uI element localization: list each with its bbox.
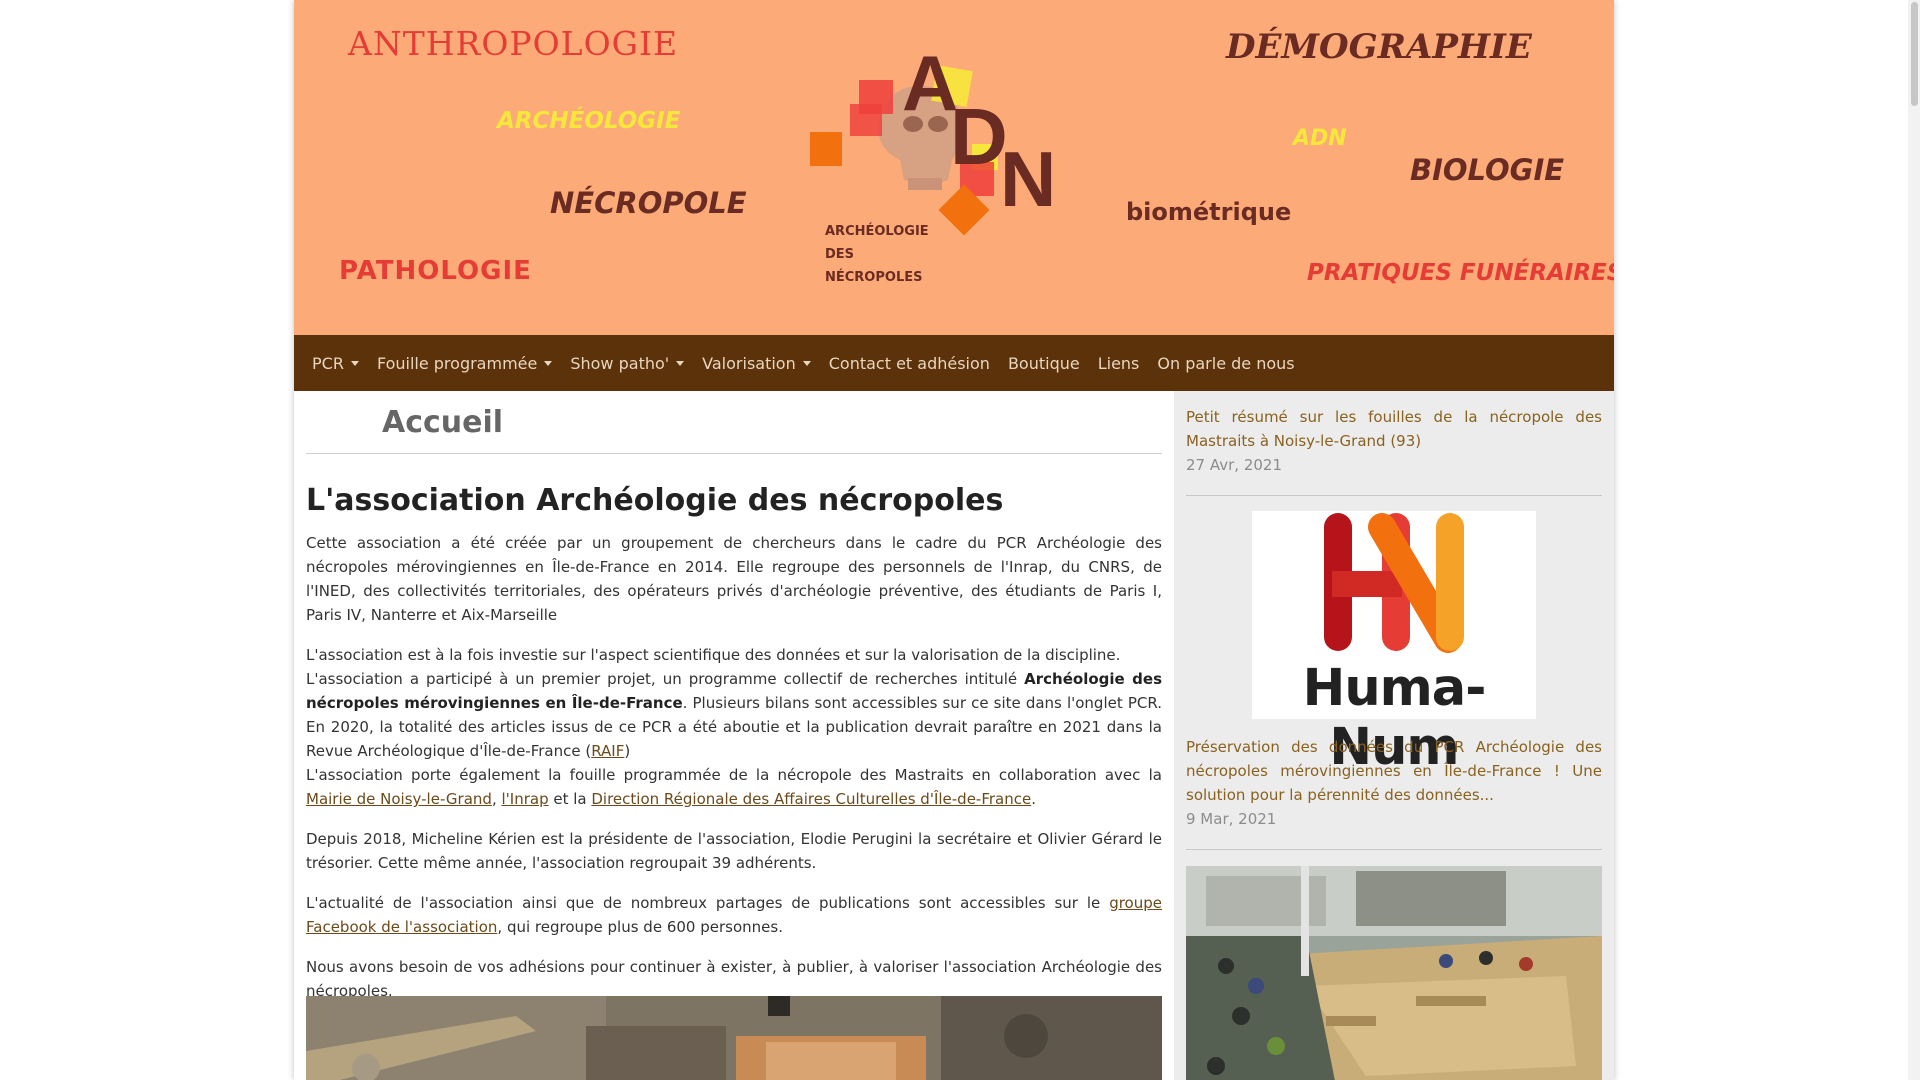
post-title-link[interactable]: Petit résumé sur les fouilles de la nécr… bbox=[1186, 405, 1602, 453]
article-heading: L'association Archéologie des nécropoles bbox=[306, 483, 1004, 518]
post-date: 9 Mar, 2021 bbox=[1186, 810, 1277, 828]
banner-word-biometrique: biométrique bbox=[1126, 198, 1292, 226]
logo-caption-line2: DES bbox=[825, 247, 855, 262]
caret-down-icon bbox=[676, 360, 685, 366]
logo-caption-line1: ARCHÉOLOGIE bbox=[825, 224, 929, 239]
page-scrollbar[interactable] bbox=[1908, 0, 1920, 1080]
logo-letter-n: N bbox=[1000, 135, 1056, 223]
main-nav: PCR Fouille programmée Show patho' Valor… bbox=[294, 335, 1614, 391]
banner-word-pratiques-funeraires: PRATIQUES FUNÉRAIRES bbox=[1307, 260, 1614, 286]
nav-item-show-patho[interactable]: Show patho' bbox=[561, 354, 693, 373]
paragraph-board: Depuis 2018, Micheline Kérien est la pré… bbox=[306, 830, 1162, 872]
sidebar-divider bbox=[1186, 495, 1602, 496]
mairie-noisy-link[interactable]: Mairie de Noisy-le-Grand bbox=[306, 790, 492, 808]
text-span: et la bbox=[548, 790, 592, 808]
nav-item-label: Valorisation bbox=[702, 353, 796, 373]
banner-word-archeologie: ARCHÉOLOGIE bbox=[497, 108, 681, 134]
raif-link[interactable]: RAIF bbox=[591, 742, 624, 760]
page-title: Accueil bbox=[382, 405, 504, 440]
nav-item-contact[interactable]: Contact et adhésion bbox=[820, 354, 999, 373]
page-container: ANTHROPOLOGIE ARCHÉOLOGIE NÉCROPOLE PATH… bbox=[294, 0, 1614, 1080]
paragraph-facebook: L'actualité de l'association ainsi que d… bbox=[306, 891, 1162, 939]
caret-down-icon bbox=[544, 360, 553, 366]
banner-word-pathologie: PATHOLOGIE bbox=[339, 256, 532, 286]
nav-item-label: Fouille programmée bbox=[376, 353, 538, 373]
nav-item-on-parle-de-nous[interactable]: On parle de nous bbox=[1148, 354, 1303, 373]
scrollbar-thumb[interactable] bbox=[1911, 2, 1918, 106]
banner-word-biologie: BIOLOGIE bbox=[1410, 153, 1565, 187]
banner-word-anthropologie: ANTHROPOLOGIE bbox=[348, 24, 679, 63]
paragraph-intro: Cette association a été créée par un gro… bbox=[306, 534, 1162, 624]
article-body: Cette association a été créée par un gro… bbox=[306, 531, 1162, 1019]
excavation-photo bbox=[306, 996, 1162, 1080]
text-span: . bbox=[1031, 790, 1036, 808]
text-span: L'association est à la fois investie sur… bbox=[306, 646, 1121, 664]
excavation-visitors-photo[interactable] bbox=[1186, 866, 1602, 1080]
huma-num-hn-mark bbox=[1324, 513, 1464, 653]
text-span: ) bbox=[624, 742, 631, 760]
post-date: 27 Avr, 2021 bbox=[1186, 456, 1282, 474]
title-divider bbox=[306, 453, 1162, 454]
logo-caption: ARCHÉOLOGIE DES NÉCROPOLES bbox=[825, 220, 929, 289]
inrap-link[interactable]: l'Inrap bbox=[501, 790, 548, 808]
text-span: L'association porte également la fouille… bbox=[306, 766, 1162, 784]
huma-num-logo[interactable]: Huma-Num bbox=[1252, 511, 1536, 777]
main-content: Accueil L'association Archéologie des né… bbox=[306, 391, 1162, 1080]
nav-item-liens[interactable]: Liens bbox=[1089, 354, 1149, 373]
banner-word-demographie: DÉMOGRAPHIE bbox=[1226, 27, 1532, 67]
drac-link[interactable]: Direction Régionale des Affaires Culture… bbox=[591, 790, 1031, 808]
caret-down-icon bbox=[350, 360, 359, 366]
sidebar: Petit résumé sur les fouilles de la nécr… bbox=[1174, 391, 1614, 1080]
paragraph-projects: L'association est à la fois investie sur… bbox=[306, 643, 1162, 811]
nav-item-valorisation[interactable]: Valorisation bbox=[693, 354, 820, 373]
nav-item-label: PCR bbox=[312, 353, 344, 373]
text-span: , qui regroupe plus de 600 personnes. bbox=[497, 918, 783, 936]
banner-word-adn: ADN bbox=[1293, 126, 1347, 151]
logo-caption-line3: NÉCROPOLES bbox=[825, 270, 923, 285]
nav-item-boutique[interactable]: Boutique bbox=[999, 354, 1089, 373]
caret-down-icon bbox=[802, 360, 811, 366]
nav-item-label: Show patho' bbox=[570, 353, 670, 373]
site-banner[interactable]: ANTHROPOLOGIE ARCHÉOLOGIE NÉCROPOLE PATH… bbox=[294, 0, 1614, 335]
sidebar-post-1: Petit résumé sur les fouilles de la nécr… bbox=[1186, 405, 1602, 477]
nav-item-fouille-programmee[interactable]: Fouille programmée bbox=[368, 354, 561, 373]
nav-item-pcr[interactable]: PCR bbox=[303, 354, 368, 373]
text-span: L'actualité de l'association ainsi que d… bbox=[306, 894, 1110, 912]
banner-word-necropole: NÉCROPOLE bbox=[550, 186, 747, 220]
post-title-link[interactable]: Préservation des données du PCR Archéolo… bbox=[1186, 735, 1602, 807]
sidebar-post-2: Préservation des données du PCR Archéolo… bbox=[1186, 735, 1602, 831]
sidebar-divider bbox=[1186, 849, 1602, 850]
text-span: L'association a participé à un premier p… bbox=[306, 670, 1025, 688]
